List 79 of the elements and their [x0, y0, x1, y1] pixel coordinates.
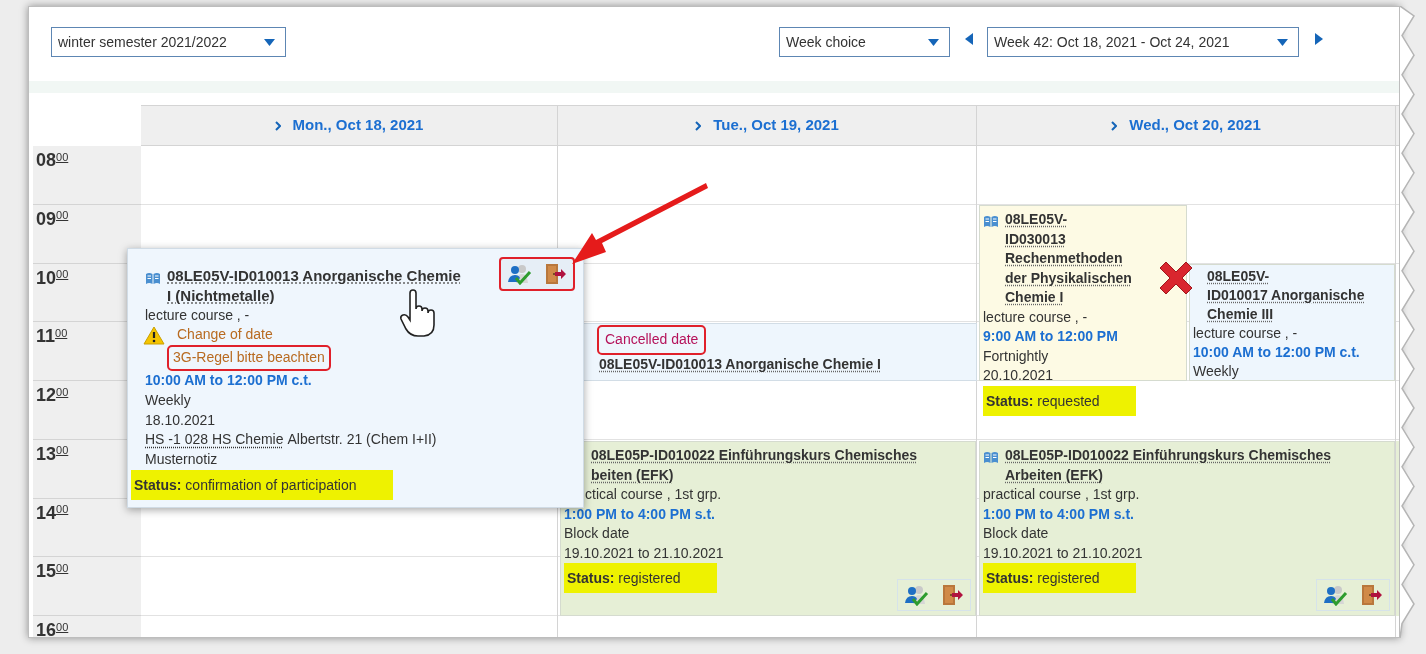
cancelled-notice: Cancelled date	[597, 325, 707, 355]
course-dates: 18.10.2021	[145, 410, 217, 430]
course-rhythm: Block date	[564, 524, 631, 543]
hour-label: 13	[36, 443, 57, 464]
caret-down-icon	[928, 38, 939, 46]
course-dates: 20.10.2021	[983, 366, 1055, 385]
event-card[interactable]: 08LE05P-ID010022 Einführungskurs Chemisches beiten (EFK) ctical course , 1st grp. 1:00 PM to 4:00 PM s.t. Block date 19.10.2021 to 21.10.2021 Status: registered	[560, 441, 976, 616]
book-icon	[983, 215, 999, 228]
participants-check-icon[interactable]	[507, 263, 533, 285]
minute-label: 00	[56, 209, 69, 222]
status-text: Status: requested	[983, 385, 1136, 416]
exit-door-icon[interactable]	[1359, 583, 1383, 607]
course-rhythm: Weekly	[1193, 362, 1240, 381]
participants-check-icon[interactable]	[904, 584, 930, 606]
course-dates: 19.10.2021 to 21.10.2021	[983, 543, 1144, 563]
semester-select[interactable]: winter semester 2021/2022	[51, 27, 286, 57]
course-type: practical course , 1st grp.	[983, 485, 1141, 504]
exit-door-icon[interactable]	[940, 583, 964, 607]
course-time: 9:00 AM to 12:00 PM	[983, 327, 1119, 346]
course-title[interactable]: 08LE05P-ID010022 Einführungskurs Chemisches Arbeiten (EFK)	[1005, 446, 1332, 485]
caret-down-icon	[264, 38, 275, 46]
course-title[interactable]: 08LE05P-ID010022 Einführungskurs Chemisches beiten (EFK)	[591, 446, 918, 485]
minute-label: 00	[56, 444, 69, 457]
book-icon	[983, 451, 999, 464]
participants-check-icon[interactable]	[1323, 584, 1349, 606]
minute-label: 00	[56, 150, 69, 163]
hour-label: 12	[36, 385, 57, 405]
hour-label: 16	[36, 620, 57, 637]
status-text: Status: registered	[564, 563, 717, 593]
course-type: lecture course , -	[145, 305, 251, 325]
week-choice-select[interactable]: Week choice	[779, 27, 950, 57]
chevron-right-icon[interactable]	[274, 120, 281, 131]
chevron-right-icon[interactable]	[1111, 120, 1118, 131]
previous-week-icon[interactable]	[965, 33, 974, 45]
event-card[interactable]: 08LE05P-ID010022 Einführungskurs Chemisches Arbeiten (EFK) practical course , 1st grp. 1:00 PM to 4:00 PM s.t. Block date 19.10.2021 to 21.10.2021 Status: registered	[979, 441, 1395, 616]
room-link[interactable]: HS -1 028 HS Chemie	[145, 430, 284, 451]
minute-label: 00	[56, 620, 69, 633]
course-dates: 19.10.2021 to 21.10.2021	[564, 543, 725, 563]
minute-label: 00	[56, 268, 69, 280]
hour-label: 08	[36, 150, 57, 170]
minute-label: 00	[56, 561, 69, 574]
hour-label: 15	[36, 561, 57, 582]
course-title[interactable]: 08LE05V-ID010013 Anorganische Chemie I (Nichtmetalle)	[167, 266, 461, 306]
minute-label: 00	[56, 503, 69, 515]
day-label[interactable]: Wed., Oct 20, 2021	[1129, 114, 1261, 137]
status-text: Status: registered	[983, 563, 1136, 593]
day-label[interactable]: Tue., Oct 19, 2021	[713, 114, 839, 137]
caret-down-icon	[1277, 38, 1288, 46]
course-rhythm: Weekly	[145, 390, 192, 410]
notice-text: Change of date	[177, 325, 273, 345]
course-type: lecture course , -	[983, 307, 1089, 327]
course-title[interactable]: 08LE05V-ID010013 Anorganische Chemie I	[599, 354, 881, 374]
course-time: 10:00 AM to 12:00 PM c.t.	[145, 371, 313, 390]
course-time: 1:00 PM to 4:00 PM s.t.	[564, 504, 716, 524]
status-text: Status: confirmation of participation	[131, 469, 393, 500]
room-address: Albertstr. 21 (Chem I+II)	[287, 430, 437, 450]
course-rhythm: Block date	[983, 524, 1050, 543]
chevron-right-icon[interactable]	[695, 120, 702, 131]
book-icon	[145, 272, 161, 285]
course-time: 1:00 PM to 4:00 PM s.t.	[983, 504, 1135, 524]
minute-label: 00	[55, 326, 68, 339]
event-card[interactable]: 08LE05V- ID010017 Anorganische Chemie III lecture course , - 10:00 AM to 12:00 PM c.t. Weekly	[1189, 264, 1395, 381]
next-week-icon[interactable]	[1315, 33, 1324, 45]
course-rhythm: Fortnightly	[983, 346, 1050, 366]
hour-label: 10	[36, 267, 57, 288]
course-type: lecture course , -	[1193, 324, 1299, 343]
week-select[interactable]: Week 42: Oct 18, 2021 - Oct 24, 2021	[987, 27, 1299, 57]
hour-label: 14	[36, 502, 57, 523]
course-title[interactable]: 08LE05V- ID030013 Rechenmethoden der Physikalischen Chemie I	[1005, 210, 1183, 308]
course-type: ctical course , 1st grp.	[584, 485, 723, 504]
day-label[interactable]: Mon., Oct 18, 2021	[292, 114, 424, 137]
course-time: 10:00 AM to 12:00 PM c.t.	[1193, 343, 1361, 362]
exit-door-icon[interactable]	[543, 262, 567, 286]
course-note: Musternotiz	[145, 450, 219, 470]
hour-label: 11	[36, 326, 56, 347]
hour-label: 09	[36, 208, 57, 229]
minute-label: 00	[56, 385, 69, 398]
warning-icon	[143, 325, 165, 345]
notice-text: 3G-Regel bitte beachten	[167, 345, 331, 371]
